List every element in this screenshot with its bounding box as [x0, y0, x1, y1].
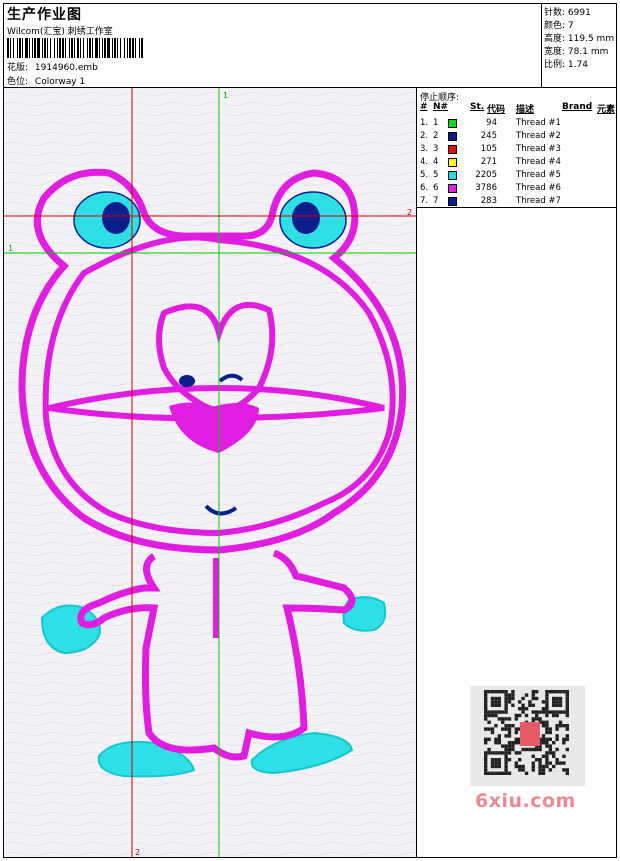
row-number: 2 [433, 131, 439, 141]
row-number: 1 [433, 118, 439, 128]
col-code: 代码 [487, 105, 506, 115]
row-description: Thread #1 [516, 118, 561, 128]
colorway-name: Colorway 1 [34, 77, 86, 87]
color-swatch [448, 184, 457, 193]
stat-label: 颜色: [544, 21, 566, 31]
row-index: 4. [420, 157, 429, 167]
col-stitches: St. [470, 102, 485, 112]
row-stitches: 283 [480, 196, 497, 206]
design-file-name: 1914960.emb [34, 63, 98, 73]
barcode-image [7, 38, 143, 58]
embroidery-drawing: 1 2 1 2 [4, 88, 416, 857]
design-file-line: 花版: 1914960.emb [7, 60, 98, 73]
thread-row: 2. 2 245 Thread #2 [417, 131, 616, 144]
stat-colors: 颜色: 7 [544, 18, 574, 31]
row-stitches: 2205 [475, 170, 497, 180]
face-left-eye [179, 375, 195, 387]
col-description: 描述 [516, 105, 535, 115]
row-stitches: 3786 [475, 183, 497, 193]
page-title: 生产作业图 [7, 7, 82, 23]
stat-width: 宽度: 78.1 mm [544, 44, 608, 57]
col-element: 元素 [597, 105, 616, 115]
row-stitches: 94 [486, 118, 497, 128]
row-index: 1. [420, 118, 429, 128]
stat-label: 宽度: [544, 47, 566, 57]
thread-row: 1. 1 94 Thread #1 [417, 118, 616, 131]
guide-label-v-red-bottom: 2 [135, 848, 140, 857]
stat-value: 119.5 mm [567, 34, 615, 44]
thread-row: 4. 4 271 Thread #4 [417, 157, 616, 170]
embroidery-preview: 1 2 1 2 [4, 88, 417, 857]
stat-height: 高度: 119.5 mm [544, 31, 614, 44]
col-number: N# [433, 102, 449, 112]
left-eye-pupil [102, 202, 130, 234]
col-brand: Brand [562, 102, 593, 112]
row-description: Thread #5 [516, 170, 561, 180]
thread-row: 6. 6 3786 Thread #6 [417, 183, 616, 196]
left-hand [40, 604, 101, 655]
row-index: 3. [420, 144, 429, 154]
stat-value: 1.74 [567, 60, 588, 70]
thread-row: 7. 7 283 Thread #7 [417, 196, 616, 209]
guide-label-h-red: 2 [407, 208, 412, 217]
col-index: # [420, 102, 428, 112]
row-index: 5. [420, 170, 429, 180]
color-swatch [448, 158, 457, 167]
row-number: 6 [433, 183, 439, 193]
stat-label: 高度: [544, 34, 566, 44]
colorway-label: 色位: [7, 77, 29, 87]
design-file-label: 花版: [7, 63, 29, 73]
stat-value: 7 [567, 21, 574, 31]
color-swatch [448, 171, 457, 180]
color-swatch [448, 145, 457, 154]
row-description: Thread #6 [516, 183, 561, 193]
row-description: Thread #4 [516, 157, 561, 167]
color-swatch [448, 132, 457, 141]
row-number: 3 [433, 144, 439, 154]
row-number: 7 [433, 196, 439, 206]
row-index: 7. [420, 196, 429, 206]
row-stitches: 105 [480, 144, 497, 154]
row-index: 6. [420, 183, 429, 193]
stat-value: 78.1 mm [567, 47, 609, 57]
thread-row: 5. 5 2205 Thread #5 [417, 170, 616, 183]
production-sheet: 生产作业图 Wilcom(汇宝) 刺绣工作室 花版: 1914960.emb 色… [3, 3, 617, 858]
row-stitches: 271 [480, 157, 497, 167]
row-description: Thread #3 [516, 144, 561, 154]
stat-value: 6991 [567, 8, 591, 18]
row-number: 4 [433, 157, 439, 167]
color-swatch [448, 119, 457, 128]
studio-name: Wilcom(汇宝) 刺绣工作室 [7, 27, 113, 37]
stat-scale: 比例: 1.74 [544, 57, 588, 70]
colorway-line: 色位: Colorway 1 [7, 74, 85, 87]
stats-panel: 针数: 6991 颜色: 7 高度: 119.5 mm 宽度: 78.1 mm … [542, 4, 616, 88]
qr-code-image [470, 686, 585, 786]
row-description: Thread #7 [516, 196, 561, 206]
guide-label-h-green: 1 [8, 244, 13, 253]
row-description: Thread #2 [516, 131, 561, 141]
watermark-text: 6xiu.com [475, 790, 576, 812]
stat-label: 针数: [544, 8, 566, 18]
color-swatch [448, 197, 457, 206]
stat-label: 比例: [544, 60, 566, 70]
row-index: 2. [420, 131, 429, 141]
row-stitches: 245 [480, 131, 497, 141]
stat-stitches: 针数: 6991 [544, 5, 591, 18]
row-number: 5 [433, 170, 439, 180]
stop-sequence-panel: 停止顺序: # N# St. 代码 描述 Brand 元素 1. 1 94 Threa… [417, 88, 616, 208]
thread-row: 3. 3 105 Thread #3 [417, 144, 616, 157]
guide-label-v-green: 1 [223, 91, 228, 100]
header-info: 生产作业图 Wilcom(汇宝) 刺绣工作室 花版: 1914960.emb 色… [4, 4, 542, 88]
right-eye-pupil [292, 202, 320, 234]
